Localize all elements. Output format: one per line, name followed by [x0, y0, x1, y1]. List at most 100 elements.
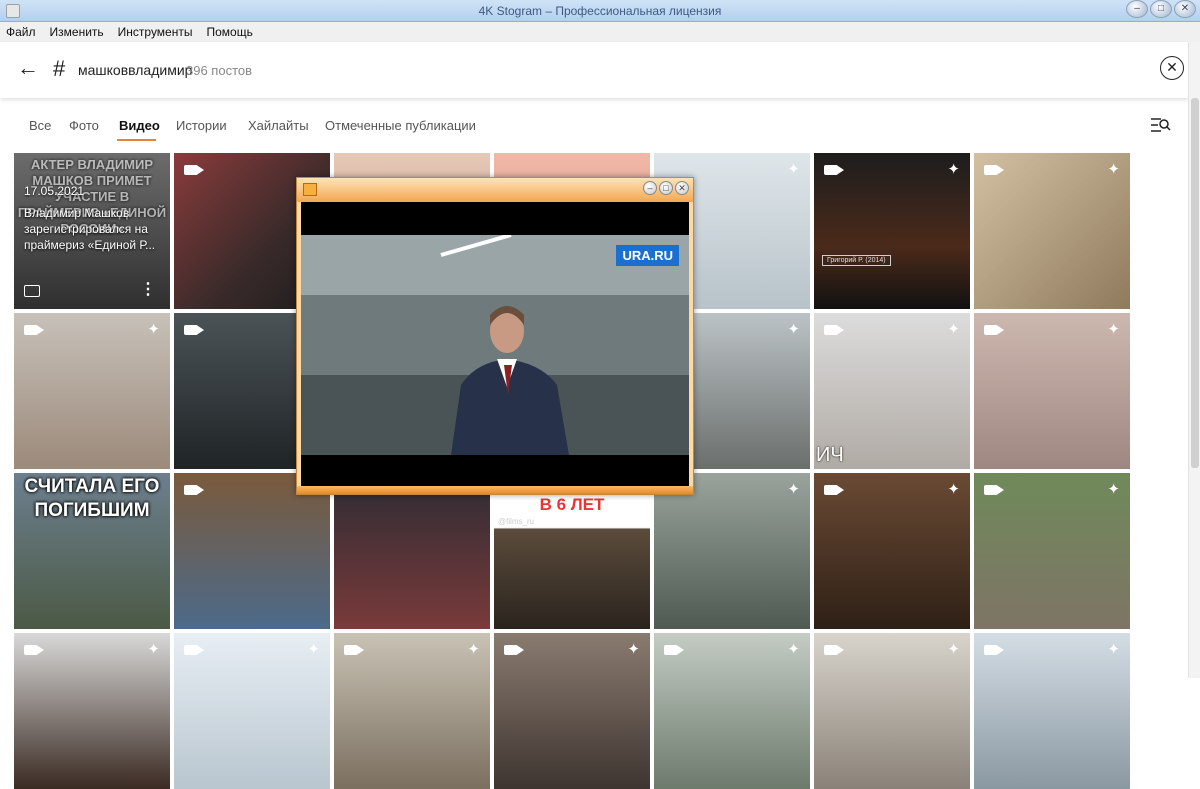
- video-camera-icon: [184, 165, 204, 175]
- media-tile[interactable]: ✦: [494, 633, 650, 789]
- media-tile[interactable]: ✦: [974, 153, 1130, 309]
- player-screen[interactable]: URA.RU: [301, 202, 689, 486]
- close-icon[interactable]: ✕: [1174, 0, 1196, 18]
- video-camera-icon: [984, 325, 1004, 335]
- hashtag-name: машковвладимир: [78, 62, 193, 78]
- maximize-icon[interactable]: □: [1150, 0, 1172, 18]
- sparkle-icon: ✦: [947, 481, 960, 498]
- video-camera-icon: [824, 485, 844, 495]
- media-tile[interactable]: ✦ Григорий Р. (2014): [814, 153, 970, 309]
- filter-search-icon[interactable]: [1150, 116, 1172, 134]
- sparkle-icon: ✦: [787, 321, 800, 338]
- sparkle-icon: ✦: [787, 481, 800, 498]
- menu-edit[interactable]: Изменить: [50, 25, 104, 39]
- media-tile[interactable]: БЕЗ РОДИТЕЛЕЙ В 6 ЛЕТ @films_ru: [494, 473, 650, 629]
- media-tile[interactable]: [334, 473, 490, 629]
- media-tile[interactable]: [174, 473, 330, 629]
- video-camera-icon: [984, 485, 1004, 495]
- media-tile[interactable]: ✦: [974, 313, 1130, 469]
- video-player-window[interactable]: – □ ✕ URA.RU: [296, 177, 694, 495]
- folder-icon[interactable]: [24, 285, 40, 297]
- active-tab-indicator: [117, 139, 156, 141]
- sparkle-icon: ✦: [147, 641, 160, 658]
- media-tile[interactable]: ✦: [334, 633, 490, 789]
- video-camera-icon: [184, 485, 204, 495]
- scrollbar[interactable]: [1188, 42, 1200, 678]
- tab-video[interactable]: Видео: [119, 118, 160, 133]
- close-subscription-icon[interactable]: ✕: [1160, 56, 1184, 80]
- media-tile[interactable]: ✦: [14, 313, 170, 469]
- tab-stories[interactable]: Истории: [176, 118, 227, 133]
- player-app-icon: [303, 183, 317, 196]
- more-options-icon[interactable]: ⋮: [140, 279, 156, 299]
- video-camera-icon: [824, 645, 844, 655]
- player-bottom-bar: [297, 486, 693, 494]
- menu-help[interactable]: Помощь: [206, 25, 252, 39]
- video-camera-icon: [824, 165, 844, 175]
- video-camera-icon: [504, 645, 524, 655]
- hashtag-icon: #: [53, 56, 66, 81]
- video-camera-icon: [184, 325, 204, 335]
- video-camera-icon: [184, 645, 204, 655]
- media-tile[interactable]: ✦: [814, 473, 970, 629]
- window-title: 4K Stogram – Профессиональная лицензия: [478, 4, 722, 18]
- sparkle-icon: ✦: [467, 641, 480, 658]
- video-camera-icon: [664, 645, 684, 655]
- menu-bar: Файл Изменить Инструменты Помощь: [0, 22, 1200, 42]
- sparkle-icon: ✦: [307, 641, 320, 658]
- tile-caption: Григорий Р. (2014): [822, 255, 891, 266]
- header: ← # машковвладимир 396 постов ✕: [0, 42, 1188, 98]
- sparkle-icon: ✦: [947, 641, 960, 658]
- media-tile[interactable]: ✦: [174, 633, 330, 789]
- media-tile[interactable]: ✦ ИЧ: [814, 313, 970, 469]
- tab-highlights[interactable]: Хайлайты: [248, 118, 309, 133]
- video-camera-icon: [344, 645, 364, 655]
- video-camera-icon: [984, 165, 1004, 175]
- media-tile[interactable]: ✦: [814, 633, 970, 789]
- player-maximize-icon[interactable]: □: [659, 181, 673, 195]
- video-scene: [301, 235, 689, 455]
- scroll-thumb[interactable]: [1191, 98, 1199, 468]
- player-close-icon[interactable]: ✕: [675, 181, 689, 195]
- video-frame: URA.RU: [301, 235, 689, 455]
- sparkle-icon: ✦: [947, 321, 960, 338]
- media-tile[interactable]: ✦: [14, 633, 170, 789]
- video-camera-icon: [24, 645, 44, 655]
- media-tile[interactable]: ✦: [654, 633, 810, 789]
- window-titlebar: 4K Stogram – Профессиональная лицензия –…: [0, 0, 1200, 22]
- sparkle-icon: ✦: [147, 321, 160, 338]
- tile-date: 17.05.2021: [24, 184, 85, 198]
- sparkle-icon: ✦: [1107, 321, 1120, 338]
- media-tile[interactable]: ✦: [974, 473, 1130, 629]
- tile-description: Владимир Машков зарегистрировался на пра…: [24, 206, 156, 252]
- player-window-controls: – □ ✕: [643, 181, 689, 195]
- media-tile[interactable]: СЧИТАЛА ЕГО ПОГИБШИМ: [14, 473, 170, 629]
- video-camera-icon: [824, 325, 844, 335]
- player-titlebar[interactable]: – □ ✕: [297, 178, 693, 202]
- menu-tools[interactable]: Инструменты: [118, 25, 193, 39]
- tile-overlay-text: ИЧ: [816, 444, 844, 466]
- video-camera-icon: [984, 645, 1004, 655]
- minimize-icon[interactable]: –: [1126, 0, 1148, 18]
- tile-overlay-text: СЧИТАЛА ЕГО ПОГИБШИМ: [24, 476, 160, 521]
- post-count: 396 постов: [186, 63, 253, 78]
- filter-tabs: Все Фото Видео Истории Хайлайты Отмеченн…: [0, 108, 1188, 144]
- channel-watermark: URA.RU: [616, 245, 679, 266]
- media-tile[interactable]: ✦: [974, 633, 1130, 789]
- player-minimize-icon[interactable]: –: [643, 181, 657, 195]
- sparkle-icon: ✦: [787, 161, 800, 178]
- tile-handle: @films_ru: [498, 517, 535, 526]
- tab-tagged[interactable]: Отмеченные публикации: [325, 118, 476, 133]
- tab-photo[interactable]: Фото: [69, 118, 99, 133]
- sparkle-icon: ✦: [787, 641, 800, 658]
- tile-info: 17.05.2021 Владимир Машков зарегистриров…: [24, 183, 164, 253]
- back-arrow-icon[interactable]: ←: [16, 57, 40, 81]
- window-controls: – □ ✕: [1126, 0, 1196, 18]
- menu-file[interactable]: Файл: [6, 25, 36, 39]
- media-tile[interactable]: АКТЕР ВЛАДИМИР МАШКОВ ПРИМЕТ УЧАСТИЕ В П…: [14, 153, 170, 309]
- sparkle-icon: ✦: [1107, 641, 1120, 658]
- sparkle-icon: ✦: [1107, 161, 1120, 178]
- video-camera-icon: [24, 325, 44, 335]
- media-tile[interactable]: ✦: [654, 473, 810, 629]
- tab-all[interactable]: Все: [29, 118, 51, 133]
